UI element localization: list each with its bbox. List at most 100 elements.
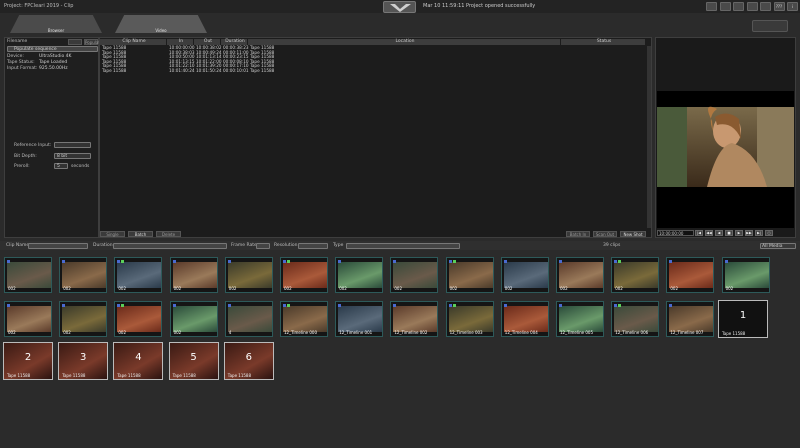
tag-marker <box>618 260 622 263</box>
clip-tags <box>172 303 177 307</box>
bit-depth-select[interactable]: 8 bit <box>54 153 91 159</box>
tag-marker <box>7 260 10 263</box>
clip-thumbnail[interactable]: 002 <box>114 301 163 337</box>
preroll-unit: seconds <box>71 164 90 169</box>
app-logo <box>383 1 416 13</box>
tag-marker <box>121 260 125 263</box>
help-icon[interactable]: ??? <box>773 2 785 11</box>
table-scrollbar[interactable] <box>647 46 651 228</box>
player-button[interactable]: ▶▶ <box>745 230 753 236</box>
story-clip-thumbnail[interactable]: 2 Tape 11588 <box>3 342 53 380</box>
clip-thumbnail[interactable]: 002 <box>114 257 163 293</box>
clip-label: 12_Timeline 001 <box>339 330 373 335</box>
clip-label: 002 <box>173 330 182 335</box>
clip-label: 002 <box>449 286 458 291</box>
clip-thumbnail[interactable]: 002 <box>611 257 660 293</box>
btn-1[interactable] <box>68 39 82 45</box>
clip-thumbnail[interactable]: 002 <box>500 257 549 293</box>
user-icon[interactable] <box>746 2 758 11</box>
viewer-frame <box>657 91 794 228</box>
story-clip-thumbnail[interactable]: 4 Tape 11588 <box>113 342 164 380</box>
tag-marker <box>614 260 618 263</box>
clip-count: 39 clips <box>603 243 621 248</box>
player-button[interactable]: ■ <box>725 230 733 236</box>
list-icon[interactable] <box>706 2 717 11</box>
clip-thumbnail[interactable]: 002 <box>280 257 328 293</box>
clip-thumbnail[interactable]: 12_Timeline 006 <box>611 301 660 337</box>
clip-thumbnail[interactable]: 4 <box>224 301 273 337</box>
clip-thumbnail[interactable]: 12_Timeline 003 <box>445 301 494 337</box>
batch-button[interactable]: Batch <box>128 231 153 237</box>
clip-thumbnail[interactable]: 12_Timeline 001 <box>335 301 384 337</box>
scan-out-button[interactable]: Scan Out <box>593 231 617 237</box>
clip-thumbnail[interactable]: 002 <box>169 301 218 337</box>
tag-marker <box>7 304 10 307</box>
table-cell: 10:01:50:24 <box>196 68 222 73</box>
clip-thumbnail[interactable]: 12_Timeline 000 <box>280 301 328 337</box>
resolution-filter[interactable] <box>298 243 328 249</box>
story-clip-thumbnail[interactable]: 6 Tape 11588 <box>223 342 274 380</box>
clip-tags <box>338 303 342 307</box>
clip-tags <box>283 303 291 307</box>
clip-thumbnail[interactable]: 12_Timeline 005 <box>556 301 604 337</box>
player-button[interactable]: ◀◀ <box>705 230 713 236</box>
clip-tags <box>227 303 232 307</box>
col-location[interactable]: Location <box>248 39 560 45</box>
tag-marker <box>724 260 728 263</box>
col-status[interactable]: Status <box>561 39 645 45</box>
clip-thumbnail[interactable]: 002 <box>59 301 108 337</box>
clip-thumbnail[interactable]: 002 <box>224 257 273 293</box>
clip-tape-label: Tape 11588 <box>117 373 141 378</box>
player-button[interactable]: ▶| <box>755 230 763 236</box>
grid-icon[interactable] <box>719 2 731 11</box>
new-shot-button[interactable]: New Shot <box>620 231 646 237</box>
input-format-label: Input Format: <box>7 66 38 71</box>
clip-thumbnail[interactable]: 002 <box>4 301 52 337</box>
clip-thumbnail[interactable]: 12_Timeline 007 <box>666 301 715 337</box>
clip-thumbnail[interactable]: 002 <box>721 257 770 293</box>
tag-marker <box>559 304 562 307</box>
corner-button[interactable] <box>752 20 788 32</box>
single-button[interactable]: Single <box>100 231 125 237</box>
clip-frame-image <box>117 306 162 332</box>
clip-thumbnail[interactable]: 002 <box>445 257 494 293</box>
duration-filter[interactable] <box>113 243 227 249</box>
story-clip-thumbnail[interactable]: 5 Tape 11588 <box>168 342 219 380</box>
clip-thumbnail[interactable]: 002 <box>169 257 218 293</box>
clip-thumbnail[interactable]: 002 <box>666 257 715 293</box>
clip-tags <box>117 259 125 263</box>
player-button[interactable]: ▶ <box>735 230 743 236</box>
tag-marker <box>62 304 66 307</box>
clip-thumbnail[interactable]: 12_Timeline 004 <box>500 301 549 337</box>
clip-thumbnail[interactable]: 002 <box>4 257 52 293</box>
clip-thumbnail[interactable]: 002 <box>335 257 384 293</box>
tag-marker <box>287 304 290 307</box>
info-icon[interactable]: i <box>787 2 798 11</box>
populate-button[interactable]: Populate <box>84 39 102 45</box>
preroll-input[interactable]: 5 <box>54 163 68 169</box>
batch-in-button[interactable]: Batch In <box>566 231 590 237</box>
populate-sequence-select[interactable]: Populate sequence <box>7 46 98 52</box>
clip-name-filter[interactable] <box>28 243 88 249</box>
monitor-icon[interactable] <box>760 2 771 11</box>
duration-filter-label: Duration <box>93 243 113 248</box>
media-select[interactable]: All Media <box>760 243 796 249</box>
gear-icon[interactable] <box>733 2 744 11</box>
clip-thumbnail[interactable]: 002 <box>390 257 439 293</box>
tab-browser[interactable]: Browser <box>10 28 102 33</box>
delete-button[interactable]: Delete <box>156 231 181 237</box>
clip-thumbnail[interactable]: 002 <box>556 257 604 293</box>
clip-tags <box>669 303 673 307</box>
player-button[interactable]: |◀ <box>695 230 703 236</box>
clip-thumbnail[interactable]: 002 <box>59 257 108 293</box>
story-clip-thumbnail[interactable]: 3 Tape 11588 <box>58 342 109 380</box>
selected-clip-thumbnail[interactable]: 1 Tape 11588 <box>718 300 768 338</box>
reference-input-select[interactable] <box>54 142 91 148</box>
type-filter[interactable] <box>346 243 460 249</box>
clip-number: 2 <box>24 352 32 363</box>
player-button[interactable]: ◀ <box>715 230 723 236</box>
player-button[interactable]: ○ <box>765 230 773 236</box>
frame-rate-filter[interactable] <box>256 243 270 249</box>
tab-video[interactable]: Video <box>115 28 207 33</box>
clip-thumbnail[interactable]: 12_Timeline 002 <box>390 301 439 337</box>
